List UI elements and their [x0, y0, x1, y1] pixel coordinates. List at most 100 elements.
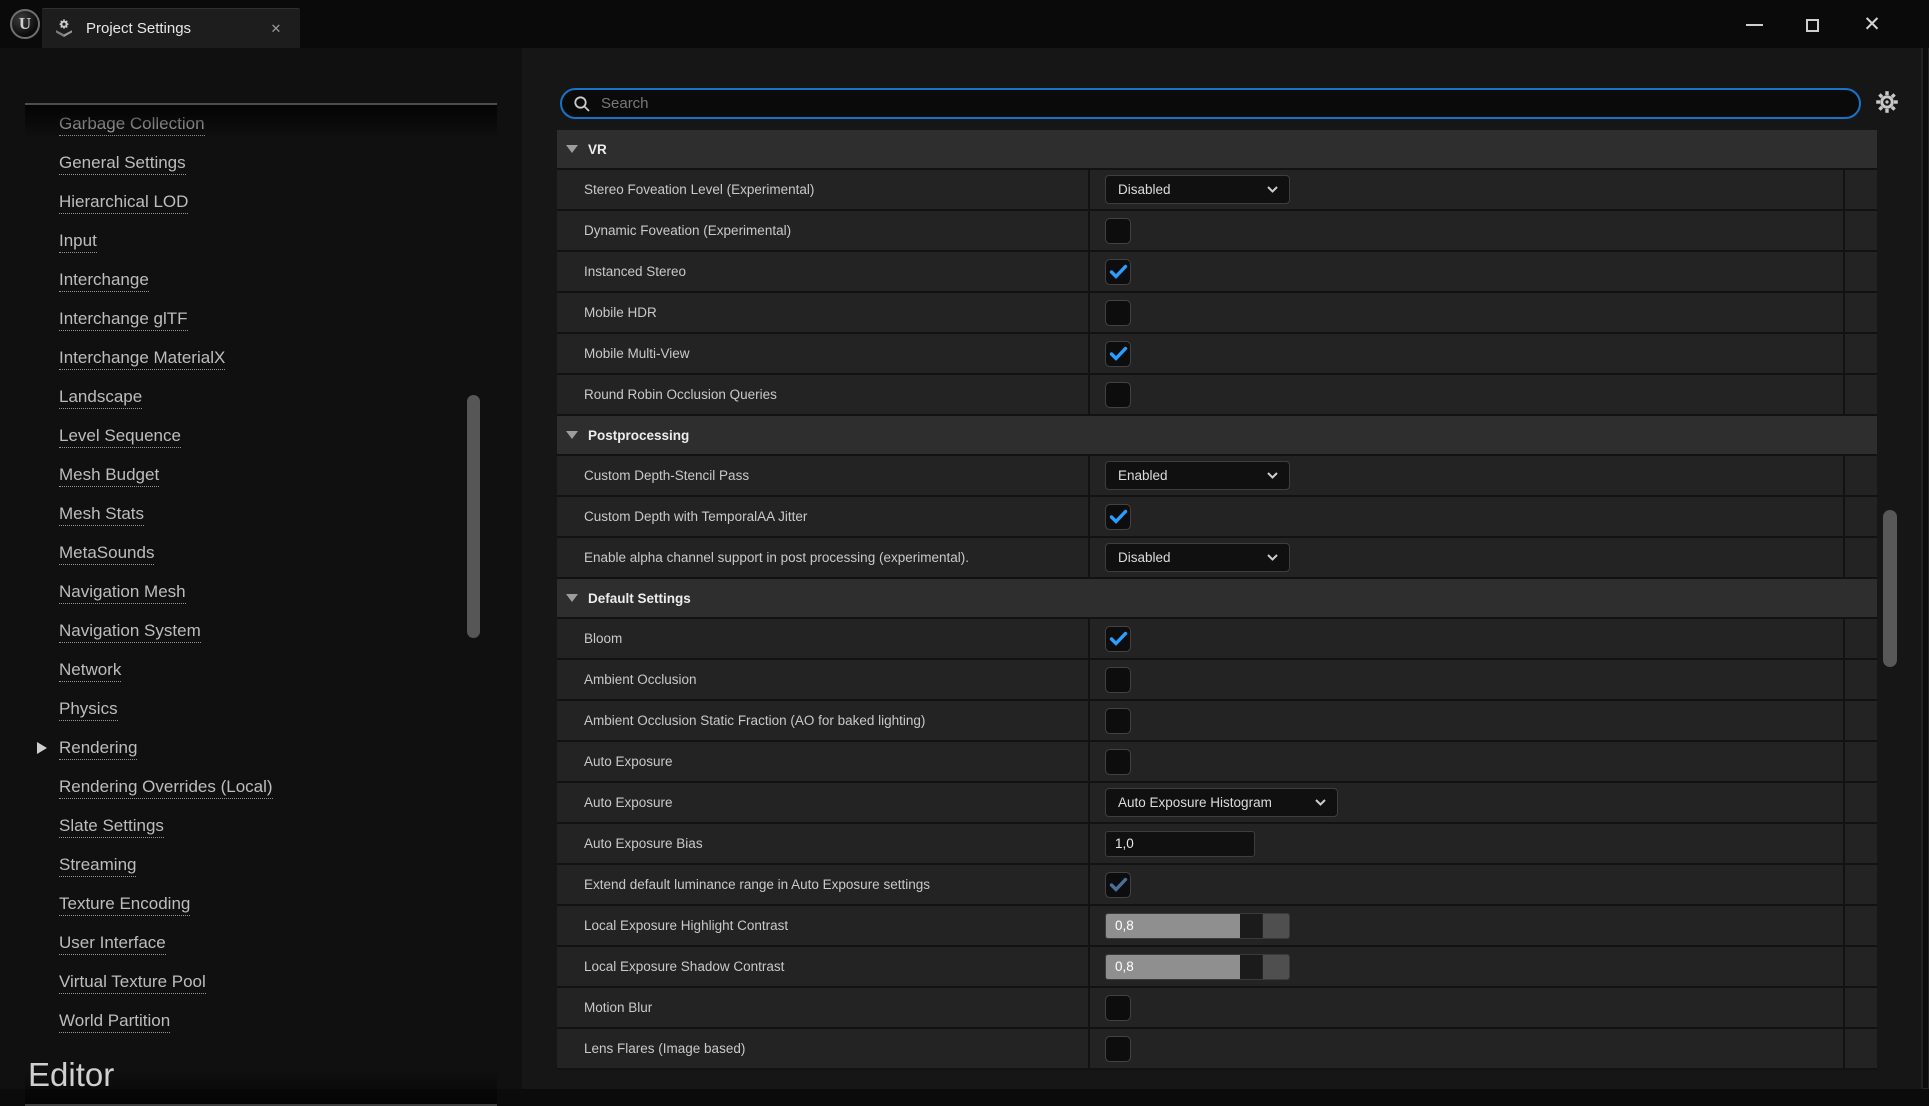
checkbox-unchecked[interactable]	[1105, 300, 1131, 326]
sidebar-item-mesh-budget[interactable]: Mesh Budget	[0, 456, 500, 495]
setting-value-cell	[1088, 293, 1843, 332]
setting-value-cell	[1088, 497, 1843, 536]
setting-row: Motion Blur	[557, 988, 1877, 1029]
setting-value-cell: Enabled	[1088, 456, 1843, 495]
checkbox-checked[interactable]	[1105, 259, 1131, 285]
row-extra-cell	[1843, 334, 1877, 373]
sidebar-item-level-sequence[interactable]: Level Sequence	[0, 417, 500, 456]
checkbox-unchecked[interactable]	[1105, 382, 1131, 408]
sidebar-item-garbage-collection[interactable]: Garbage Collection	[0, 105, 500, 144]
main-scrollbar-thumb[interactable]	[1883, 510, 1897, 667]
dropdown-select[interactable]: Disabled	[1105, 175, 1290, 204]
sidebar-item-label: Level Sequence	[59, 426, 181, 448]
checkbox-checked[interactable]	[1105, 872, 1131, 898]
checkbox-checked[interactable]	[1105, 626, 1131, 652]
sidebar-item-label: Hierarchical LOD	[59, 192, 188, 214]
window-minimize-button[interactable]	[1734, 12, 1774, 38]
checkbox-unchecked[interactable]	[1105, 667, 1131, 693]
section-header-default-settings[interactable]: Default Settings	[557, 579, 1877, 619]
sidebar-item-streaming[interactable]: Streaming	[0, 846, 500, 885]
sidebar-item-label: World Partition	[59, 1011, 170, 1033]
setting-label-cell: Enable alpha channel support in post pro…	[557, 538, 1088, 577]
value-slider[interactable]: 0,8	[1105, 954, 1290, 980]
setting-label: Stereo Foveation Level (Experimental)	[584, 182, 814, 197]
slider-value: 0,8	[1115, 918, 1134, 933]
setting-label-cell: Auto Exposure	[557, 742, 1088, 781]
setting-row: Dynamic Foveation (Experimental)	[557, 211, 1877, 252]
tab-project-settings[interactable]: Project Settings ✕	[42, 8, 300, 48]
sidebar-item-virtual-texture-pool[interactable]: Virtual Texture Pool	[0, 963, 500, 1002]
checkbox-unchecked[interactable]	[1105, 995, 1131, 1021]
checkbox-checked[interactable]	[1105, 341, 1131, 367]
checkbox-unchecked[interactable]	[1105, 708, 1131, 734]
setting-label-cell: Extend default luminance range in Auto E…	[557, 865, 1088, 904]
sidebar-item-label: Physics	[59, 699, 118, 721]
row-extra-cell	[1843, 742, 1877, 781]
checkbox-unchecked[interactable]	[1105, 218, 1131, 244]
sidebar-item-slate-settings[interactable]: Slate Settings	[0, 807, 500, 846]
number-input[interactable]	[1105, 831, 1255, 857]
sidebar-item-network[interactable]: Network	[0, 651, 500, 690]
sidebar-item-user-interface[interactable]: User Interface	[0, 924, 500, 963]
sidebar-item-input[interactable]: Input	[0, 222, 500, 261]
tab-close-icon[interactable]: ✕	[268, 21, 284, 37]
sidebar-item-rendering[interactable]: Rendering	[0, 729, 500, 768]
sidebar-item-label: Streaming	[59, 855, 136, 877]
setting-label: Dynamic Foveation (Experimental)	[584, 223, 791, 238]
checkbox-checked[interactable]	[1105, 504, 1131, 530]
dropdown-select[interactable]: Disabled	[1105, 543, 1290, 572]
dropdown-value: Disabled	[1118, 182, 1171, 197]
search-icon	[572, 94, 592, 114]
slider-drag-handle[interactable]	[1262, 914, 1289, 938]
setting-label-cell: Local Exposure Highlight Contrast	[557, 906, 1088, 945]
setting-label: Enable alpha channel support in post pro…	[584, 550, 969, 565]
sidebar-item-hierarchical-lod[interactable]: Hierarchical LOD	[0, 183, 500, 222]
sidebar-item-interchange-gltf[interactable]: Interchange glTF	[0, 300, 500, 339]
section-header-postprocessing[interactable]: Postprocessing	[557, 416, 1877, 456]
sidebar-item-interchange[interactable]: Interchange	[0, 261, 500, 300]
dropdown-select[interactable]: Auto Exposure Histogram	[1105, 788, 1338, 817]
dropdown-select[interactable]: Enabled	[1105, 461, 1290, 490]
checkbox-unchecked[interactable]	[1105, 749, 1131, 775]
setting-row: Custom Depth with TemporalAA Jitter	[557, 497, 1877, 538]
value-slider[interactable]: 0,8	[1105, 913, 1290, 939]
setting-value-cell	[1088, 375, 1843, 414]
row-extra-cell	[1843, 456, 1877, 495]
setting-label-cell: Bloom	[557, 619, 1088, 658]
sidebar-item-physics[interactable]: Physics	[0, 690, 500, 729]
sidebar-item-navigation-system[interactable]: Navigation System	[0, 612, 500, 651]
setting-row: Auto Exposure Bias	[557, 824, 1877, 865]
gear-icon[interactable]	[1874, 89, 1900, 115]
sidebar-item-interchange-materialx[interactable]: Interchange MaterialX	[0, 339, 500, 378]
search-input[interactable]	[601, 95, 1801, 112]
window-maximize-button[interactable]	[1792, 12, 1832, 38]
setting-label: Auto Exposure	[584, 754, 673, 769]
row-extra-cell	[1843, 865, 1877, 904]
slider-drag-handle[interactable]	[1262, 955, 1289, 979]
sidebar-item-label: Interchange MaterialX	[59, 348, 225, 370]
chevron-down-icon	[1266, 471, 1279, 480]
setting-value-cell	[1088, 334, 1843, 373]
sidebar-item-landscape[interactable]: Landscape	[0, 378, 500, 417]
sidebar-item-texture-encoding[interactable]: Texture Encoding	[0, 885, 500, 924]
project-settings-window: U Project Settings ✕ ✕	[0, 0, 1929, 1089]
sidebar-item-navigation-mesh[interactable]: Navigation Mesh	[0, 573, 500, 612]
setting-label-cell: Dynamic Foveation (Experimental)	[557, 211, 1088, 250]
sidebar-item-general-settings[interactable]: General Settings	[0, 144, 500, 183]
checkbox-unchecked[interactable]	[1105, 1036, 1131, 1062]
setting-row: Enable alpha channel support in post pro…	[557, 538, 1877, 579]
row-extra-cell	[1843, 211, 1877, 250]
section-header-vr[interactable]: VR	[557, 130, 1877, 170]
setting-label-cell: Custom Depth with TemporalAA Jitter	[557, 497, 1088, 536]
row-extra-cell	[1843, 293, 1877, 332]
sidebar-item-rendering-overrides-local-[interactable]: Rendering Overrides (Local)	[0, 768, 500, 807]
sidebar-item-label: User Interface	[59, 933, 166, 955]
sidebar-item-world-partition[interactable]: World Partition	[0, 1002, 500, 1041]
setting-label: Extend default luminance range in Auto E…	[584, 877, 930, 892]
window-close-button[interactable]: ✕	[1852, 12, 1892, 38]
sidebar-item-metasounds[interactable]: MetaSounds	[0, 534, 500, 573]
sidebar-scrollbar-thumb[interactable]	[467, 395, 480, 638]
setting-label: Custom Depth with TemporalAA Jitter	[584, 509, 807, 524]
sidebar-item-mesh-stats[interactable]: Mesh Stats	[0, 495, 500, 534]
setting-label-cell: Ambient Occlusion	[557, 660, 1088, 699]
